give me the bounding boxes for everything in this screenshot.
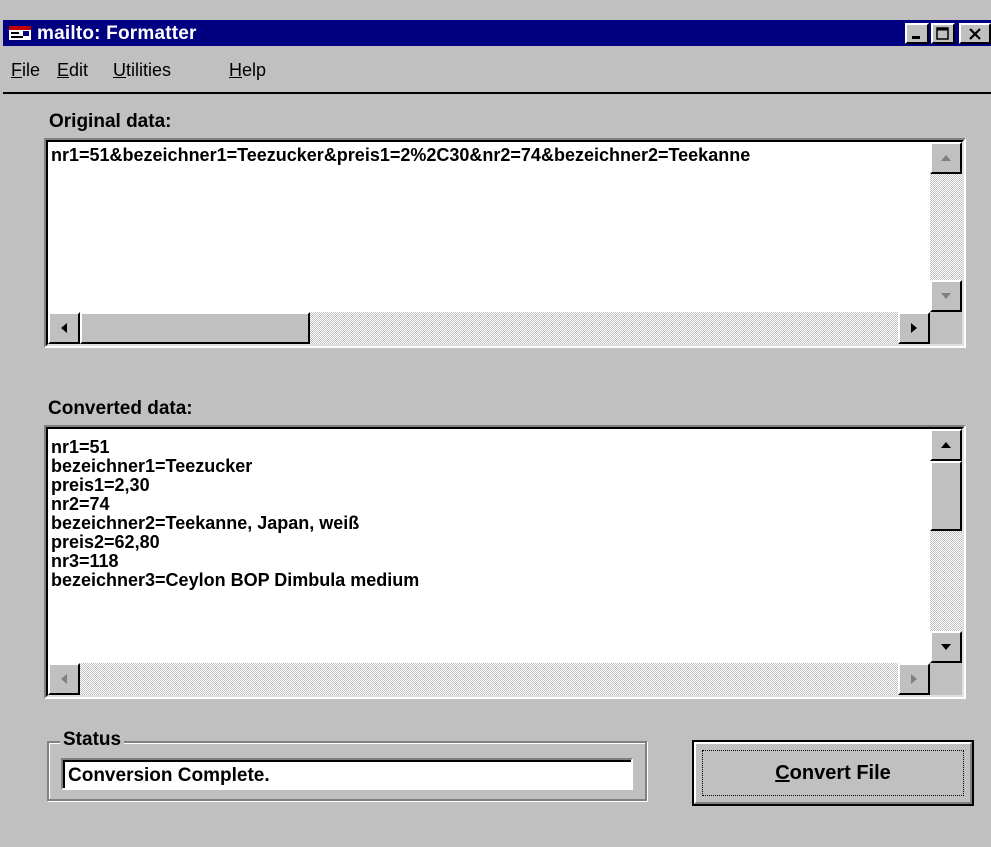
original-scroll-down-button[interactable] <box>930 280 962 312</box>
converted-vertical-scrollbar[interactable] <box>930 429 962 663</box>
original-vertical-scrollbar[interactable] <box>930 142 962 312</box>
converted-scroll-up-button[interactable] <box>930 429 962 461</box>
arrow-up-icon <box>941 442 951 448</box>
menu-divider <box>3 92 991 94</box>
title-bar[interactable]: mailto: Formatter <box>3 20 991 46</box>
convert-file-accel: C <box>775 761 790 784</box>
arrow-left-icon <box>61 323 67 333</box>
converted-data-label: Converted data: <box>48 398 193 419</box>
main-window: mailto: Formatter File Edit Utilities He… <box>0 0 991 847</box>
maximize-button[interactable] <box>931 23 955 44</box>
converted-data-frame: nr1=51 bezeichner1=Teezucker preis1=2,30… <box>46 427 964 697</box>
original-data-frame: nr1=51&bezeichner1=Teezucker&preis1=2%2C… <box>46 140 964 346</box>
menu-help-label: elp <box>242 60 267 80</box>
original-scroll-up-button[interactable] <box>930 142 962 174</box>
converted-vertical-thumb[interactable] <box>930 461 962 531</box>
converted-scroll-down-button[interactable] <box>930 631 962 663</box>
menu-edit[interactable]: Edit <box>57 60 88 81</box>
menu-file-label: ile <box>22 60 41 80</box>
original-data-viewport: nr1=51&bezeichner1=Teezucker&preis1=2%2C… <box>48 142 930 312</box>
original-scroll-right-button[interactable] <box>898 312 930 344</box>
minimize-button[interactable] <box>905 23 929 44</box>
convert-file-text: onvert File <box>789 761 891 784</box>
converted-scroll-corner <box>930 663 962 695</box>
arrow-down-icon <box>941 644 951 650</box>
arrow-down-icon <box>941 293 951 299</box>
original-scroll-left-button[interactable] <box>48 312 80 344</box>
menu-utilities-accel: U <box>113 60 126 80</box>
menu-help[interactable]: Help <box>229 60 266 81</box>
menu-help-accel: H <box>229 60 242 80</box>
close-button[interactable] <box>959 23 991 44</box>
arrow-left-icon <box>61 674 67 684</box>
converted-data-viewport: nr1=51 bezeichner1=Teezucker preis1=2,30… <box>48 429 930 663</box>
original-data-label: Original data: <box>49 111 172 132</box>
menu-utilities[interactable]: Utilities <box>113 60 171 81</box>
original-scroll-corner <box>930 312 962 344</box>
arrow-right-icon <box>911 674 917 684</box>
menu-bar: File Edit Utilities Help <box>3 58 991 84</box>
menu-file-accel: F <box>11 60 22 80</box>
status-group-label: Status <box>60 729 125 751</box>
converted-data-box: nr1=51 bezeichner1=Teezucker preis1=2,30… <box>44 425 966 699</box>
original-data-textarea[interactable]: nr1=51&bezeichner1=Teezucker&preis1=2%2C… <box>51 146 750 165</box>
arrow-up-icon <box>941 155 951 161</box>
converted-horizontal-scrollbar[interactable] <box>48 663 930 695</box>
converted-scroll-right-button[interactable] <box>898 663 930 695</box>
converted-data-textarea[interactable]: nr1=51 bezeichner1=Teezucker preis1=2,30… <box>51 438 419 590</box>
menu-edit-accel: E <box>57 60 70 80</box>
menu-file[interactable]: File <box>11 60 40 81</box>
convert-file-button[interactable]: Convert File <box>692 740 974 806</box>
original-horizontal-scrollbar[interactable] <box>48 312 930 344</box>
original-horizontal-thumb[interactable] <box>80 312 310 344</box>
convert-file-button-bevel: Convert File <box>694 742 972 804</box>
window-title: mailto: Formatter <box>37 23 197 44</box>
maximize-icon <box>936 26 949 40</box>
menu-utilities-label: tilities <box>126 60 172 80</box>
menu-edit-label: dit <box>69 60 89 80</box>
status-text: Conversion Complete. <box>63 760 631 788</box>
status-field: Conversion Complete. <box>61 758 633 790</box>
converted-scroll-left-button[interactable] <box>48 663 80 695</box>
app-icon <box>9 26 31 40</box>
convert-file-button-label: Convert File <box>702 750 964 796</box>
close-icon <box>969 27 981 40</box>
minimize-icon <box>912 35 920 39</box>
arrow-right-icon <box>911 323 917 333</box>
original-data-box: nr1=51&bezeichner1=Teezucker&preis1=2%2C… <box>44 138 966 348</box>
